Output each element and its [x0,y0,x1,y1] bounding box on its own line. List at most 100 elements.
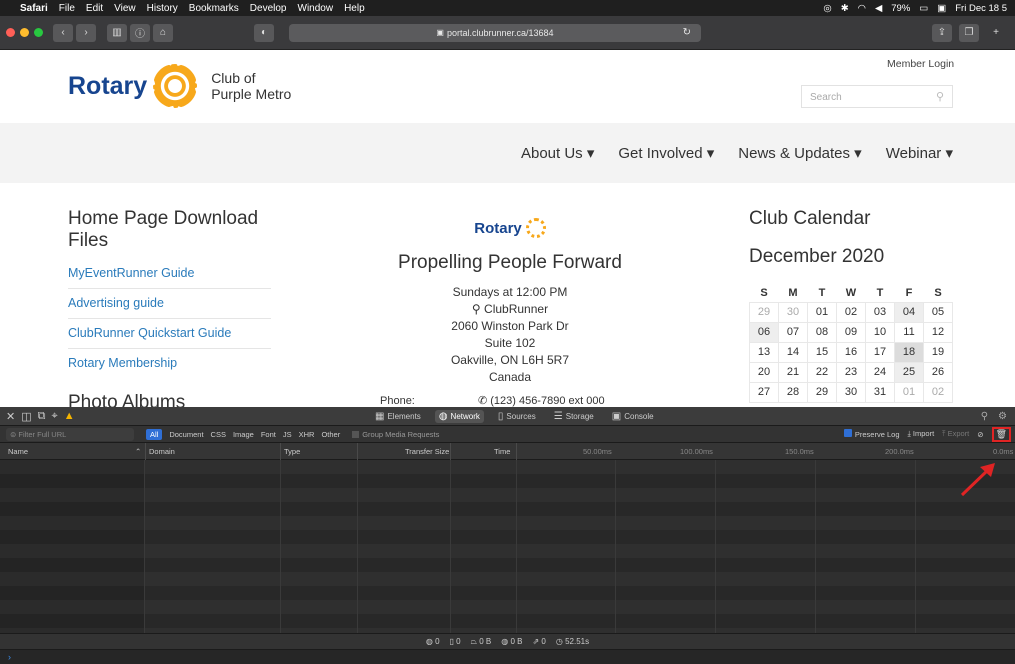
tab-elements[interactable]: ▦ Elements [371,410,425,423]
calendar-day[interactable]: 25 [894,361,924,383]
tab-overview-button[interactable]: ❐ [959,23,979,42]
col-time[interactable]: Time [494,447,510,456]
nav-get-involved[interactable]: Get Involved ▾ [618,144,714,162]
settings-gear-icon[interactable]: ⚙ [998,411,1007,422]
group-media-checkbox[interactable]: Group Media Requests [352,430,439,439]
col-name[interactable]: Name [8,447,28,456]
col-type[interactable]: Type [284,447,300,456]
zoom-window-button[interactable] [34,28,43,37]
calendar-day[interactable]: 02 [923,381,953,403]
preserve-log-checkbox[interactable]: Preserve Log [843,429,900,439]
file-link-advertising[interactable]: Advertising guide [68,289,271,319]
filter-xhr[interactable]: XHR [299,430,315,439]
element-picker-icon[interactable]: ⌖ [51,410,57,423]
filter-js[interactable]: JS [283,430,292,439]
column-divider[interactable] [280,443,281,460]
menu-view[interactable]: View [114,3,136,14]
calendar-day[interactable]: 04 [894,301,924,323]
menu-help[interactable]: Help [344,3,365,14]
tab-console[interactable]: ▣ Console [608,410,658,423]
search-icon[interactable]: ⚲ [981,411,988,422]
calendar-day[interactable]: 31 [865,381,895,403]
close-window-button[interactable] [6,28,15,37]
calendar-day[interactable]: 08 [807,321,837,343]
calendar-day[interactable]: 23 [836,361,866,383]
menu-window[interactable]: Window [298,3,334,14]
share-button[interactable]: ⇪ [932,23,952,42]
clear-network-items-button[interactable]: 🗑 [991,426,1011,442]
column-divider[interactable] [357,443,358,460]
disable-cache-icon[interactable]: ⊘ [977,430,983,439]
menu-file[interactable]: File [59,3,75,14]
calendar-day[interactable]: 22 [807,361,837,383]
calendar-day[interactable]: 21 [778,361,808,383]
calendar-day[interactable]: 06 [749,321,779,343]
minimize-window-button[interactable] [20,28,29,37]
warning-icon[interactable]: ▲ [64,410,75,423]
calendar-day[interactable]: 07 [778,321,808,343]
new-tab-button[interactable]: + [986,24,1006,42]
search-input[interactable]: Search ⚲ [801,85,953,108]
battery-percent[interactable]: 79% [891,3,910,14]
file-link-myeventrunner[interactable]: MyEventRunner Guide [68,259,271,289]
phone-number[interactable]: (123) 456-7890 ext 000 [490,395,604,407]
calendar-day[interactable]: 09 [836,321,866,343]
reload-icon[interactable]: ↻ [683,27,691,38]
filter-other[interactable]: Other [321,430,340,439]
battery-icon[interactable]: ▭ [919,3,928,14]
display-icon[interactable]: ▣ [937,3,946,14]
menu-edit[interactable]: Edit [86,3,103,14]
filter-font[interactable]: Font [261,430,276,439]
tab-storage[interactable]: ☰ Storage [550,410,598,423]
search-icon[interactable]: ⚲ [936,90,944,103]
tab-network[interactable]: ◍ Network [434,409,484,423]
calendar-day[interactable]: 30 [836,381,866,403]
sort-chevron-icon[interactable]: ⌃ [135,447,141,456]
column-divider[interactable] [145,443,146,460]
menu-develop[interactable]: Develop [250,3,287,14]
calendar-day[interactable]: 12 [923,321,953,343]
export-button[interactable]: ⤒ Export [942,429,969,439]
menu-app-name[interactable]: Safari [20,3,48,14]
import-button[interactable]: ⤓ Import [908,429,935,439]
calendar-day[interactable]: 10 [865,321,895,343]
menu-history[interactable]: History [147,3,178,14]
calendar-day[interactable]: 16 [836,341,866,363]
calendar-day-today[interactable]: 18 [894,341,924,363]
calendar-day[interactable]: 13 [749,341,779,363]
site-logo[interactable]: Rotary Club of Purple Metro [68,64,291,108]
sidebar-toggle-button[interactable]: ▥ [107,23,127,42]
back-button[interactable]: ‹ [53,23,73,42]
column-divider[interactable] [516,443,517,460]
calendar-day[interactable]: 24 [865,361,895,383]
forward-button[interactable]: › [76,23,96,42]
calendar-day[interactable]: 27 [749,381,779,403]
privacy-shield-button[interactable]: ◐ [254,23,274,42]
calendar-day[interactable]: 05 [923,301,953,323]
filter-document[interactable]: Document [169,430,203,439]
wifi-icon[interactable]: ◠ [858,3,866,14]
calendar-day[interactable]: 26 [923,361,953,383]
calendar-day[interactable]: 20 [749,361,779,383]
bluetooth-icon[interactable]: ✱ [841,3,849,14]
menu-clock[interactable]: Fri Dec 18 5 [955,3,1007,14]
undock-icon[interactable]: ⧉ [38,410,46,423]
dock-bottom-icon[interactable]: ◫ [21,410,31,423]
address-bar[interactable]: ▣ portal.clubrunner.ca/13684 ↻ [289,23,701,42]
calendar-day[interactable]: 11 [894,321,924,343]
calendar-day[interactable]: 29 [749,301,779,323]
calendar-day[interactable]: 29 [807,381,837,403]
filter-image[interactable]: Image [233,430,254,439]
filter-url-input[interactable]: ⊜ Filter Full URL [6,427,134,441]
home-button[interactable]: ⌂ [153,23,173,42]
column-divider[interactable] [450,443,451,460]
tab-sources[interactable]: ▯ Sources [494,410,540,423]
col-domain[interactable]: Domain [149,447,175,456]
calendar-day[interactable]: 01 [894,381,924,403]
calendar-day[interactable]: 28 [778,381,808,403]
filter-all[interactable]: All [146,428,163,440]
nav-news-updates[interactable]: News & Updates ▾ [738,144,861,162]
file-link-membership[interactable]: Rotary Membership [68,349,271,379]
console-prompt[interactable]: › [0,649,1015,664]
creative-cloud-icon[interactable]: ◎ [823,3,831,14]
